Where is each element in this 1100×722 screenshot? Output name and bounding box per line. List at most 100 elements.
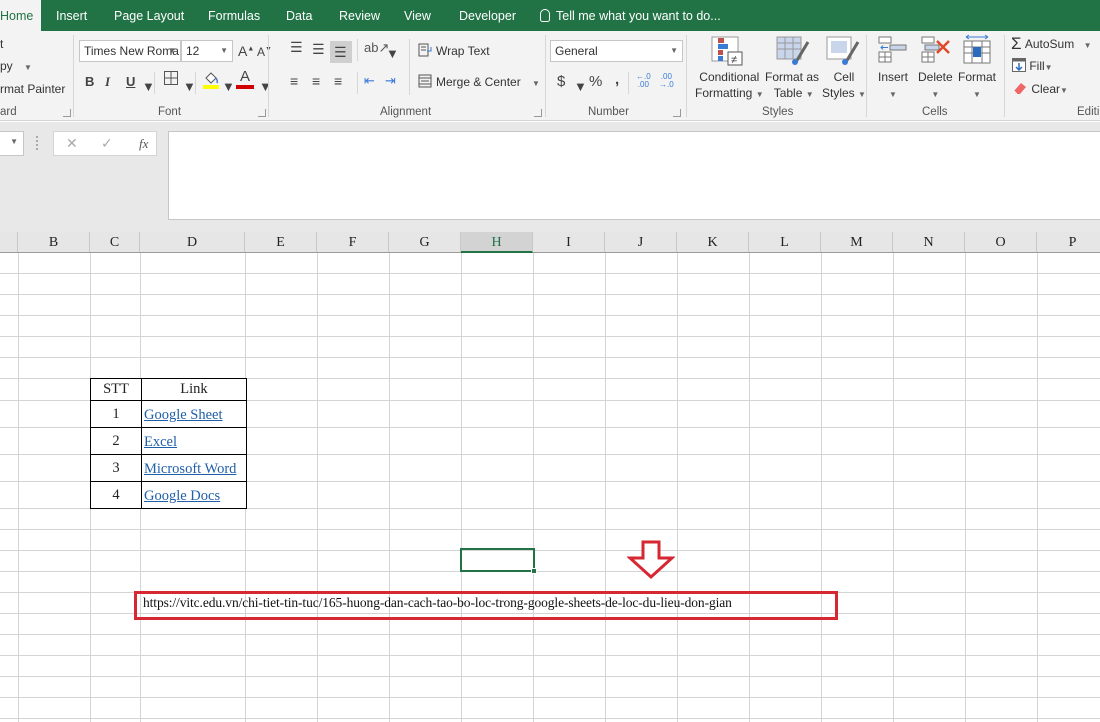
fill-color-dropdown-icon[interactable]: ▼: [222, 79, 235, 94]
decrease-indent-button[interactable]: ⇤: [364, 73, 375, 89]
tab-formulas[interactable]: Formulas: [200, 0, 268, 31]
font-launcher-icon[interactable]: [258, 109, 266, 117]
active-cell-selection[interactable]: [460, 548, 537, 574]
number-format-dropdown[interactable]: General ▼: [550, 40, 683, 62]
paint-bucket-icon: [203, 72, 219, 89]
cell-styles-button[interactable]: Cell Styles ▼: [822, 69, 866, 103]
align-center-button[interactable]: ≡: [312, 73, 320, 89]
column-header-a[interactable]: [0, 232, 18, 252]
cancel-icon[interactable]: ✕: [66, 135, 78, 152]
increase-indent-button[interactable]: ⇥: [385, 73, 396, 89]
insert-function-icon[interactable]: fx: [139, 136, 148, 152]
stt-cell[interactable]: 3: [90, 454, 142, 482]
wrap-text-button[interactable]: Wrap Text: [418, 43, 490, 58]
cut-button[interactable]: t: [0, 37, 3, 51]
hyperlink[interactable]: Excel: [144, 434, 177, 450]
top-align-button[interactable]: ☰: [290, 39, 303, 56]
font-size-dropdown[interactable]: 12 ▼: [181, 40, 233, 62]
hyperlink[interactable]: Google Docs: [144, 488, 220, 504]
font-color-button[interactable]: A: [236, 69, 254, 89]
tab-developer[interactable]: Developer: [451, 0, 524, 31]
align-right-button[interactable]: ≡: [334, 73, 342, 89]
stt-cell[interactable]: 4: [90, 481, 142, 509]
borders-button[interactable]: [163, 70, 179, 89]
link-cell[interactable]: Google Docs: [141, 481, 247, 509]
column-header[interactable]: E: [245, 232, 317, 252]
table-header-row: STT Link: [90, 378, 247, 401]
column-header-selected[interactable]: H: [461, 232, 533, 253]
format-painter-button[interactable]: rmat Painter: [0, 82, 65, 96]
underline-dropdown-icon[interactable]: ▼: [142, 79, 155, 94]
stt-cell[interactable]: 1: [90, 400, 142, 428]
align-left-button[interactable]: ≡: [290, 73, 298, 89]
hyperlink[interactable]: Microsoft Word: [144, 461, 236, 477]
orientation-dropdown-icon[interactable]: ▼: [386, 46, 399, 61]
column-header[interactable]: M: [821, 232, 893, 252]
delete-cells-button[interactable]: Delete ▼: [918, 69, 953, 103]
conditional-formatting-button[interactable]: Conditional Formatting ▼: [695, 69, 764, 103]
percent-button[interactable]: %: [589, 73, 602, 90]
link-cell[interactable]: Microsoft Word: [141, 454, 247, 482]
column-header[interactable]: D: [140, 232, 245, 252]
font-color-dropdown-icon[interactable]: ▼: [259, 79, 272, 94]
tab-data[interactable]: Data: [278, 0, 320, 31]
italic-button[interactable]: I: [105, 74, 110, 90]
enter-icon[interactable]: ✓: [101, 135, 113, 152]
formula-input[interactable]: [168, 131, 1100, 220]
middle-align-button[interactable]: ☰: [312, 41, 325, 58]
column-header[interactable]: G: [389, 232, 461, 252]
tab-review[interactable]: Review: [331, 0, 388, 31]
column-header[interactable]: K: [677, 232, 749, 252]
alignment-launcher-icon[interactable]: [534, 109, 542, 117]
gridline-vertical: [317, 253, 318, 722]
format-cells-button[interactable]: Format ▼: [958, 69, 996, 103]
grow-font-button[interactable]: A▲: [238, 43, 254, 59]
decrease-decimal-button[interactable]: .00 →.0: [659, 73, 674, 89]
insert-cells-button[interactable]: Insert ▼: [878, 69, 908, 103]
currency-button[interactable]: $: [557, 73, 565, 90]
url-cell-text[interactable]: https://vitc.edu.vn/chi-tiet-tin-tuc/165…: [143, 595, 732, 611]
stt-cell[interactable]: 2: [90, 427, 142, 455]
column-header[interactable]: I: [533, 232, 605, 252]
number-launcher-icon[interactable]: [673, 109, 681, 117]
column-header[interactable]: C: [90, 232, 140, 252]
increase-decimal-button[interactable]: ←.0.00: [636, 73, 651, 89]
tab-page-layout[interactable]: Page Layout: [106, 0, 192, 31]
hyperlink[interactable]: Google Sheet: [144, 407, 223, 423]
header-link: Link: [141, 378, 247, 401]
column-header[interactable]: O: [965, 232, 1037, 252]
clipboard-launcher-icon[interactable]: [63, 109, 71, 117]
column-header[interactable]: F: [317, 232, 389, 252]
borders-dropdown-icon[interactable]: ▼: [183, 79, 196, 94]
name-box[interactable]: ▼: [0, 131, 24, 156]
copy-button[interactable]: py ▼: [0, 59, 32, 73]
currency-dropdown-icon[interactable]: ▼: [574, 79, 587, 94]
format-as-table-button[interactable]: Format as Table ▼: [765, 69, 819, 103]
tell-me-search[interactable]: Tell me what you want to do...: [540, 0, 721, 31]
tab-view[interactable]: View: [396, 0, 439, 31]
autosum-button[interactable]: Σ AutoSum ▼: [1011, 34, 1091, 54]
font-name-dropdown[interactable]: Times New Roma ▼: [79, 40, 181, 62]
column-header[interactable]: L: [749, 232, 821, 252]
resize-handle[interactable]: [36, 136, 39, 150]
clear-button[interactable]: Clear▼: [1012, 81, 1068, 96]
link-cell[interactable]: Google Sheet: [141, 400, 247, 428]
fill-color-button[interactable]: [202, 69, 220, 92]
fill-button[interactable]: Fill▼: [1012, 58, 1053, 73]
tab-insert[interactable]: Insert: [48, 0, 95, 31]
fill-handle[interactable]: [531, 568, 537, 574]
bottom-align-button[interactable]: ☰: [334, 44, 347, 61]
comma-button[interactable]: ,: [615, 71, 619, 88]
link-cell[interactable]: Excel: [141, 427, 247, 455]
merge-center-button[interactable]: Merge & Center ▼: [418, 74, 540, 89]
column-header[interactable]: P: [1037, 232, 1100, 252]
underline-button[interactable]: U: [126, 74, 135, 89]
divider: [545, 35, 546, 117]
divider: [268, 35, 269, 117]
tab-home[interactable]: Home: [0, 0, 42, 31]
shrink-font-button[interactable]: A▼: [257, 45, 272, 59]
column-header[interactable]: N: [893, 232, 965, 252]
column-header[interactable]: B: [18, 232, 90, 252]
bold-button[interactable]: B: [85, 74, 94, 89]
column-header[interactable]: J: [605, 232, 677, 252]
